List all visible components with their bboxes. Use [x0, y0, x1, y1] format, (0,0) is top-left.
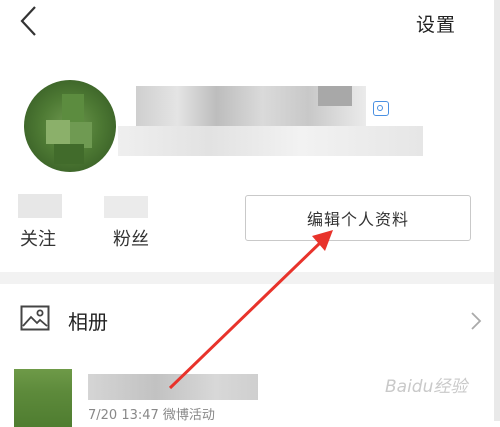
- activity-thumbnail[interactable]: [14, 369, 72, 427]
- chevron-right-icon: [470, 311, 482, 335]
- avatar[interactable]: [24, 80, 116, 172]
- chevron-left-icon: [20, 6, 36, 36]
- fans-label[interactable]: 粉丝: [113, 225, 149, 251]
- edit-profile-button[interactable]: 编辑个人资料: [245, 195, 471, 241]
- activity-subtitle: 7/20 13:47 微博活动: [88, 408, 215, 423]
- section-divider: [0, 272, 500, 284]
- image-icon: [20, 305, 50, 335]
- edit-profile-label: 编辑个人资料: [306, 210, 409, 229]
- settings-button[interactable]: 设置: [416, 10, 456, 37]
- album-label: 相册: [68, 310, 108, 334]
- following-label[interactable]: 关注: [20, 225, 56, 251]
- screen-edge: [494, 0, 500, 421]
- username-blurred-block: [318, 86, 352, 106]
- bio-blurred: [118, 126, 423, 156]
- fans-count-blurred: [104, 196, 148, 218]
- watermark: Baidu经验: [385, 377, 468, 397]
- back-button[interactable]: [14, 4, 44, 38]
- camera-icon[interactable]: [373, 101, 389, 116]
- activity-title-blurred: [88, 374, 258, 400]
- following-count-blurred: [18, 194, 62, 218]
- album-row[interactable]: 相册: [0, 284, 500, 356]
